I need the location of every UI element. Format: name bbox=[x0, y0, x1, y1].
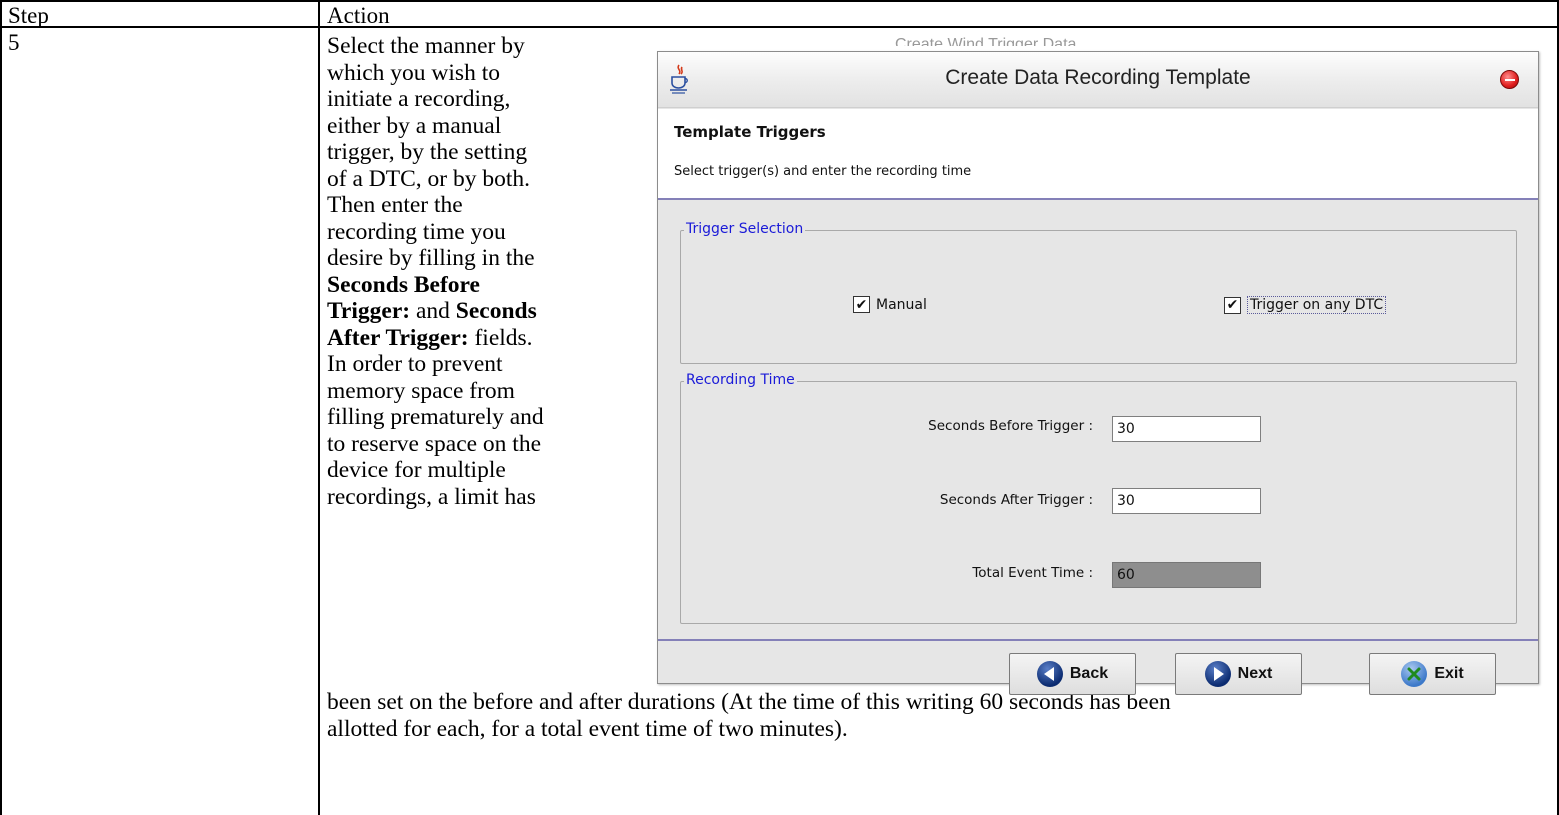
description-text: trigger, by the setting bbox=[327, 139, 528, 165]
description-line: either by a manual bbox=[327, 113, 657, 140]
bold-field-name: After Trigger: bbox=[327, 324, 469, 351]
exit-x-icon bbox=[1401, 661, 1428, 687]
seconds-after-input[interactable]: 30 bbox=[1112, 488, 1261, 514]
description-text: either by a manual bbox=[327, 112, 502, 139]
description-line: Seconds Before bbox=[327, 272, 657, 299]
dialog-title: Create Data Recording Template bbox=[945, 66, 1251, 89]
description-line: memory space from bbox=[327, 378, 657, 405]
seconds-after-label: Seconds After Trigger : bbox=[939, 492, 1093, 508]
description-text: and bbox=[410, 298, 456, 324]
description-line: recordings, a limit has bbox=[327, 484, 657, 511]
seconds-before-label: Seconds Before Trigger : bbox=[928, 418, 1093, 434]
description-text: Then enter the bbox=[327, 192, 463, 218]
description-line: After Trigger: fields. bbox=[327, 325, 657, 352]
description-line: initiate a recording, bbox=[327, 86, 657, 113]
manual-checkbox[interactable]: ✔ bbox=[853, 296, 870, 313]
check-icon: ✔ bbox=[855, 296, 868, 313]
description-line: filling prematurely and bbox=[327, 404, 657, 431]
header-title: Template Triggers bbox=[674, 123, 826, 141]
exit-button[interactable]: Exit bbox=[1369, 653, 1496, 695]
next-button-label: Next bbox=[1237, 665, 1273, 682]
description-line: In order to prevent bbox=[327, 351, 657, 378]
back-button-label: Back bbox=[1069, 665, 1109, 682]
recording-time-group: Recording Time Seconds Before Trigger : … bbox=[680, 372, 1517, 624]
background-ghost-text: Create Wind Trigger Data bbox=[895, 36, 1077, 46]
recording-time-legend: Recording Time bbox=[684, 372, 797, 388]
dialog-titlebar[interactable]: Create Data Recording Template bbox=[658, 52, 1538, 108]
description-text: In order to prevent bbox=[327, 351, 503, 377]
dtc-checkbox-row[interactable]: ✔ Trigger on any DTC bbox=[1224, 296, 1387, 314]
description-line: trigger, by the setting bbox=[327, 139, 657, 166]
dtc-checkbox[interactable]: ✔ bbox=[1224, 296, 1241, 314]
bold-field-name: Trigger: bbox=[327, 298, 411, 324]
header-step: Step bbox=[8, 3, 49, 28]
check-icon: ✔ bbox=[1226, 297, 1239, 313]
dialog-header-panel: Template Triggers Select trigger(s) and … bbox=[658, 109, 1538, 200]
description-text: desire by filling in the bbox=[327, 245, 535, 271]
description-line: been set on the before and after duratio… bbox=[327, 689, 1171, 715]
description-text: recordings, a limit has bbox=[327, 483, 536, 510]
arrow-left-icon bbox=[1036, 661, 1063, 687]
description-text: initiate a recording, bbox=[327, 86, 511, 112]
description-line: device for multiple bbox=[327, 457, 657, 484]
step-description-narrow: Select the manner by which you wish to ini… bbox=[327, 33, 657, 510]
description-text: which you wish to bbox=[327, 59, 500, 86]
description-line: Then enter the bbox=[327, 192, 657, 219]
table-top-border bbox=[0, 0, 1559, 2]
description-text: of a DTC, or by both. bbox=[327, 165, 530, 192]
description-line: allotted for each, for a total event tim… bbox=[327, 715, 848, 742]
next-button[interactable]: Next bbox=[1175, 653, 1302, 695]
header-action: Action bbox=[327, 3, 390, 28]
arrow-right-icon bbox=[1204, 661, 1231, 687]
bold-field-name: Seconds Before bbox=[327, 271, 480, 298]
description-text: memory space from bbox=[327, 377, 515, 404]
step-number: 5 bbox=[8, 30, 20, 55]
header-subtitle: Select trigger(s) and enter the recordin… bbox=[674, 164, 972, 179]
description-line: Trigger: and Seconds bbox=[327, 298, 657, 325]
total-event-time-label: Total Event Time : bbox=[972, 565, 1093, 581]
description-text: Select the manner by bbox=[327, 33, 525, 59]
close-button[interactable] bbox=[1500, 70, 1519, 89]
description-line: which you wish to bbox=[327, 60, 657, 87]
exit-button-label: Exit bbox=[1434, 665, 1464, 682]
manual-checkbox-row[interactable]: ✔ Manual bbox=[853, 296, 927, 313]
bold-field-name: Seconds bbox=[455, 298, 537, 324]
trigger-selection-legend: Trigger Selection bbox=[684, 221, 806, 237]
description-line: recording time you bbox=[327, 219, 657, 246]
description-text: filling prematurely and bbox=[327, 404, 544, 430]
table-left-border bbox=[0, 0, 2, 815]
description-line: to reserve space on the bbox=[327, 431, 657, 458]
total-event-time-field: 60 bbox=[1112, 562, 1261, 588]
description-line: desire by filling in the bbox=[327, 245, 657, 272]
back-button[interactable]: Back bbox=[1009, 653, 1136, 695]
step-description-full: been set on the before and after duratio… bbox=[327, 689, 1547, 742]
description-line: Select the manner by bbox=[327, 33, 657, 60]
table-column-divider bbox=[318, 0, 320, 815]
description-text: device for multiple bbox=[327, 457, 506, 483]
manual-checkbox-label: Manual bbox=[876, 296, 927, 313]
seconds-before-input[interactable]: 30 bbox=[1112, 416, 1261, 442]
description-text: recording time you bbox=[327, 218, 506, 245]
table-header-divider bbox=[0, 26, 1559, 28]
trigger-selection-group: Trigger Selection ✔ Manual ✔ Trigger on … bbox=[680, 221, 1517, 364]
description-text: to reserve space on the bbox=[327, 430, 542, 457]
create-template-dialog: Create Data Recording Template Template … bbox=[657, 51, 1539, 695]
description-text: fields. bbox=[468, 324, 533, 351]
dtc-checkbox-label: Trigger on any DTC bbox=[1247, 296, 1387, 314]
description-line: of a DTC, or by both. bbox=[327, 166, 657, 193]
